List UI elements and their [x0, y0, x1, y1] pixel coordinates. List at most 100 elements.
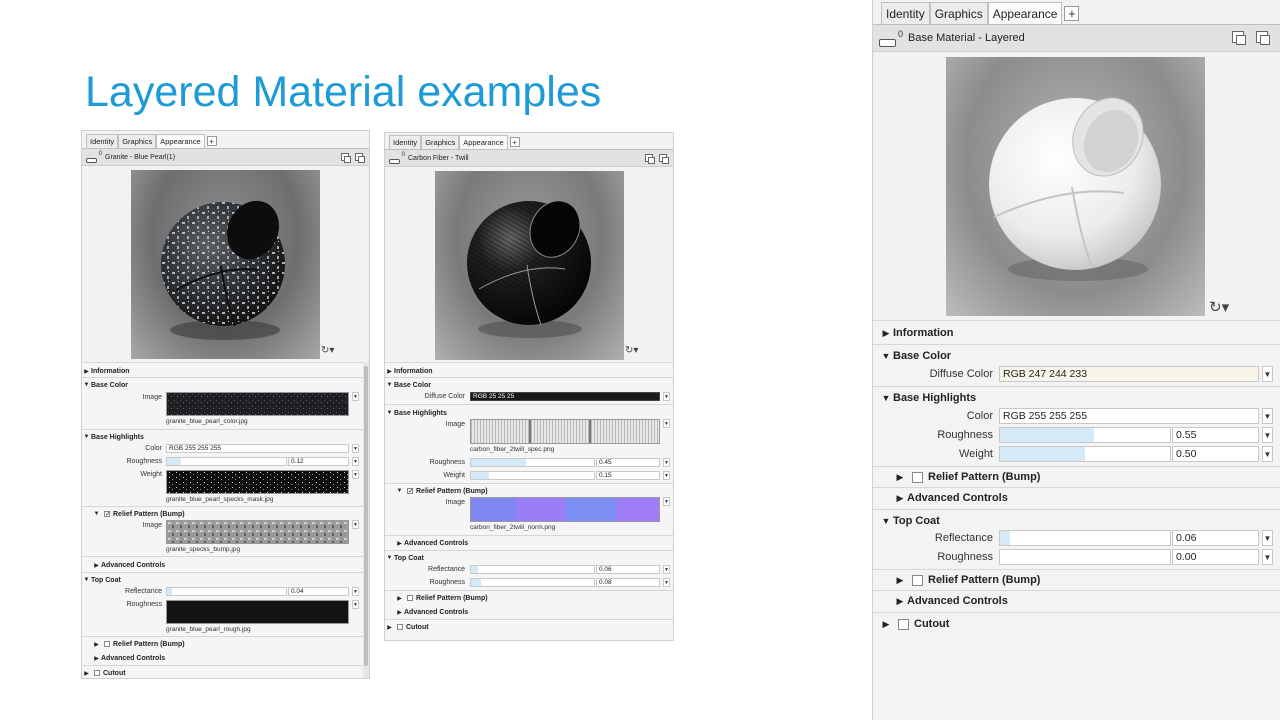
- preview-options-button[interactable]: ↻▾: [625, 345, 638, 356]
- topcoat-roughness-texture[interactable]: [166, 600, 349, 624]
- diffuse-color-field[interactable]: RGB 247 244 233: [999, 366, 1259, 382]
- base-color-texture[interactable]: [166, 392, 349, 416]
- add-tab-button[interactable]: +: [206, 136, 217, 146]
- tab-identity[interactable]: Identity: [881, 2, 930, 24]
- color-dropdown[interactable]: ▼: [352, 444, 359, 453]
- tab-appearance[interactable]: Appearance: [987, 2, 1063, 24]
- section-top-coat[interactable]: ▼ Top Coat: [385, 552, 673, 564]
- section-topcoat-relief[interactable]: ▶ Relief Pattern (Bump): [82, 638, 369, 650]
- section-top-coat[interactable]: ▼ Top Coat: [82, 574, 369, 586]
- reflectance-slider[interactable]: [999, 530, 1171, 546]
- section-base-highlights[interactable]: ▼ Base Highlights: [385, 407, 673, 419]
- assign-material-icon[interactable]: [341, 153, 351, 163]
- section-topcoat-advanced[interactable]: ▶ Advanced Controls: [385, 606, 673, 618]
- reflectance-field[interactable]: 0.06: [1172, 530, 1259, 546]
- reflectance-slider[interactable]: [470, 565, 595, 574]
- tab-graphics[interactable]: Graphics: [929, 2, 988, 24]
- section-highlights-advanced[interactable]: ▶ Advanced Controls: [873, 488, 1280, 508]
- roughness-slider[interactable]: [166, 457, 287, 466]
- reflectance-dropdown[interactable]: ▼: [663, 565, 670, 574]
- tab-appearance[interactable]: Appearance: [156, 134, 205, 148]
- preview-options-button[interactable]: ↻▾: [1209, 298, 1229, 316]
- section-advanced-controls[interactable]: ▶ Advanced Controls: [385, 537, 673, 549]
- color-field[interactable]: RGB 255 255 255: [166, 444, 349, 453]
- topcoat-relief-checkbox[interactable]: [912, 574, 923, 586]
- relief-checkbox[interactable]: [104, 510, 111, 518]
- tab-graphics[interactable]: Graphics: [421, 135, 460, 149]
- section-information[interactable]: ▶ Information: [873, 323, 1280, 343]
- relief-dropdown[interactable]: ▼: [352, 520, 359, 529]
- topcoat-roughness-slider[interactable]: [999, 549, 1171, 565]
- section-cutout[interactable]: ▶ Cutout: [385, 621, 673, 633]
- reflectance-field[interactable]: 0.06: [596, 565, 660, 574]
- topcoat-roughness-dropdown[interactable]: ▼: [663, 578, 670, 587]
- section-advanced-controls[interactable]: ▶ Advanced Controls: [82, 559, 369, 571]
- diffuse-color-field[interactable]: RGB 25 25 25: [470, 392, 660, 401]
- weight-dropdown[interactable]: ▼: [352, 470, 359, 479]
- roughness-field[interactable]: 0.55: [1172, 427, 1259, 443]
- topcoat-roughness-field[interactable]: 0.08: [596, 578, 660, 587]
- section-base-color[interactable]: ▼ Base Color: [82, 379, 369, 391]
- texture-dropdown[interactable]: ▼: [352, 392, 359, 401]
- roughness-slider[interactable]: [999, 427, 1171, 443]
- add-tab-button[interactable]: +: [1064, 6, 1080, 21]
- copy-material-icon[interactable]: [355, 153, 365, 163]
- cutout-checkbox[interactable]: [898, 618, 909, 630]
- topcoat-roughness-dropdown[interactable]: ▼: [1262, 549, 1273, 565]
- diffuse-dropdown[interactable]: ▼: [663, 392, 670, 401]
- section-information[interactable]: ▶ Information: [82, 365, 369, 377]
- relief-dropdown[interactable]: ▼: [663, 497, 670, 506]
- section-cutout[interactable]: ▶ Cutout: [82, 667, 369, 678]
- section-topcoat-relief[interactable]: ▶ Relief Pattern (Bump): [873, 570, 1280, 590]
- section-base-color[interactable]: ▼ Base Color: [873, 346, 1280, 366]
- color-field[interactable]: RGB 255 255 255: [999, 408, 1259, 424]
- weight-dropdown[interactable]: ▼: [1262, 446, 1273, 462]
- topcoat-relief-checkbox[interactable]: [407, 595, 413, 601]
- properties-scrollbar[interactable]: [363, 362, 369, 678]
- reflectance-dropdown[interactable]: ▼: [352, 587, 359, 596]
- cutout-checkbox[interactable]: [397, 624, 403, 630]
- section-relief-pattern[interactable]: ▼Relief Pattern (Bump): [385, 485, 673, 497]
- tab-identity[interactable]: Identity: [389, 135, 422, 149]
- tab-graphics[interactable]: Graphics: [118, 134, 157, 148]
- section-relief-pattern[interactable]: ▼Relief Pattern (Bump): [82, 508, 369, 520]
- roughness-dropdown[interactable]: ▼: [663, 458, 670, 467]
- weight-field[interactable]: 0.50: [1172, 446, 1259, 462]
- section-base-color[interactable]: ▼ Base Color: [385, 379, 673, 391]
- relief-texture[interactable]: [166, 520, 349, 544]
- highlights-relief-checkbox[interactable]: [912, 471, 923, 483]
- spec-texture[interactable]: [470, 419, 660, 444]
- topcoat-roughness-dropdown[interactable]: ▼: [352, 600, 359, 609]
- topcoat-roughness-slider[interactable]: [470, 578, 595, 587]
- relief-checkbox[interactable]: [407, 487, 414, 495]
- section-base-highlights[interactable]: ▼ Base Highlights: [82, 431, 369, 443]
- topcoat-relief-checkbox[interactable]: [104, 641, 110, 647]
- weight-slider[interactable]: [470, 471, 595, 480]
- section-top-coat[interactable]: ▼ Top Coat: [873, 511, 1280, 531]
- spec-dropdown[interactable]: ▼: [663, 419, 670, 428]
- tab-appearance[interactable]: Appearance: [459, 135, 508, 149]
- section-base-highlights[interactable]: ▼ Base Highlights: [873, 388, 1280, 408]
- color-dropdown[interactable]: ▼: [1262, 408, 1273, 424]
- topcoat-roughness-field[interactable]: 0.00: [1172, 549, 1259, 565]
- roughness-slider[interactable]: [470, 458, 595, 467]
- cutout-checkbox[interactable]: [94, 670, 100, 676]
- roughness-dropdown[interactable]: ▼: [352, 457, 359, 466]
- section-information[interactable]: ▶ Information: [385, 365, 673, 377]
- assign-material-icon[interactable]: [1232, 31, 1246, 45]
- roughness-field[interactable]: 0.45: [596, 458, 660, 467]
- reflectance-dropdown[interactable]: ▼: [1262, 530, 1273, 546]
- weight-texture[interactable]: [166, 470, 349, 494]
- reflectance-slider[interactable]: [166, 587, 287, 596]
- section-topcoat-advanced[interactable]: ▶ Advanced Controls: [873, 591, 1280, 611]
- roughness-dropdown[interactable]: ▼: [1262, 427, 1273, 443]
- scrollbar-thumb[interactable]: [364, 366, 368, 666]
- add-tab-button[interactable]: +: [509, 137, 520, 147]
- reflectance-field[interactable]: 0.04: [288, 587, 349, 596]
- diffuse-dropdown[interactable]: ▼: [1262, 366, 1273, 382]
- weight-slider[interactable]: [999, 446, 1171, 462]
- section-topcoat-relief[interactable]: ▶ Relief Pattern (Bump): [385, 592, 673, 604]
- section-topcoat-advanced[interactable]: ▶ Advanced Controls: [82, 652, 369, 664]
- normal-texture[interactable]: [470, 497, 660, 522]
- copy-material-icon[interactable]: [1256, 31, 1270, 45]
